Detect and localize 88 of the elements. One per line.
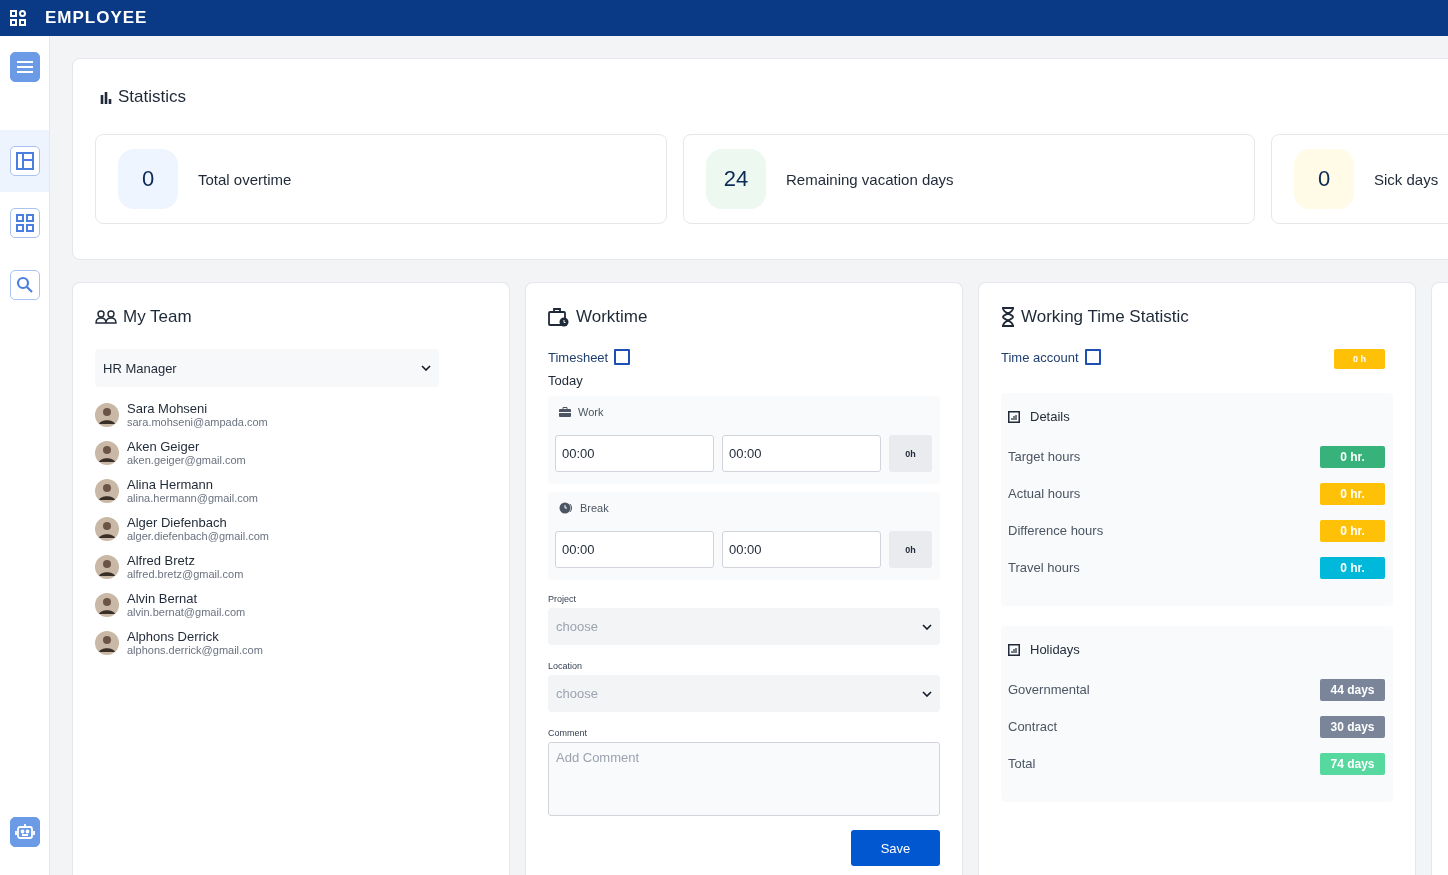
stat-label: Sick days [1374, 170, 1439, 188]
briefcase-icon [559, 407, 571, 417]
stat-label: Travel hours [1008, 560, 1080, 575]
member-name: Aken Geiger [127, 439, 201, 454]
avatar-icon [95, 479, 119, 503]
comment-field[interactable]: Add Comment [548, 742, 940, 816]
menu-button[interactable] [9, 52, 40, 82]
start-time-field[interactable]: 00:00 [555, 531, 714, 568]
member-email: alina.hermann@gmail.com [127, 492, 258, 504]
end-time-field[interactable]: 00:00 [722, 435, 881, 472]
stat-label: Actual hours [1008, 486, 1081, 501]
value-badge: 0 hr. [1320, 519, 1385, 542]
stat-label: Target hours [1008, 449, 1081, 464]
apps-icon [10, 10, 26, 26]
robot-button[interactable] [9, 817, 40, 847]
member-name: Sara Mohseni [127, 401, 209, 416]
stat-label: Remaining vacation days [786, 170, 954, 188]
panel-title: My Team [123, 307, 192, 327]
value-badge: 30 days [1320, 715, 1385, 738]
stat-label: Difference hours [1008, 523, 1104, 538]
field-label: Location [548, 661, 584, 671]
member-name: Alphons Derrick [127, 629, 220, 644]
grid-icon [15, 214, 34, 232]
group-title: Holidays [1030, 642, 1080, 657]
member-email: sara.mohseni@ampada.com [127, 416, 268, 428]
search-button[interactable] [9, 270, 40, 300]
stat-label: Contract [1008, 719, 1058, 734]
avatar-icon [95, 631, 119, 655]
app-title: EMPLOYEE [45, 8, 148, 28]
member-email: aken.geiger@gmail.com [127, 454, 246, 466]
report-icon [1008, 410, 1020, 423]
block-label: Break [580, 502, 609, 514]
value-badge: 0 hr. [1320, 445, 1385, 468]
avatar-icon [95, 403, 119, 427]
group-title: Details [1030, 409, 1070, 424]
time-account-link[interactable]: Time account [1001, 349, 1101, 365]
briefcase-clock-icon [548, 307, 570, 327]
stat-value: 24 [706, 149, 766, 209]
member-email: alfred.bretz@gmail.com [127, 568, 244, 580]
day-label: Today [548, 373, 584, 388]
member-name: Alina Hermann [127, 477, 214, 492]
avatar-icon [95, 517, 119, 541]
role-dropdown[interactable]: HR Manager [95, 349, 439, 387]
member-email: alphons.derrick@gmail.com [127, 644, 263, 656]
grid-button[interactable] [9, 208, 40, 238]
stat-value: 0 [118, 149, 178, 209]
block-label: Work [578, 406, 604, 418]
value-badge: 0 hr. [1320, 482, 1385, 505]
value-badge: 0 hr. [1320, 556, 1385, 579]
stat-label: Governmental [1008, 682, 1090, 697]
duration-badge: 0h [889, 435, 932, 472]
timesheet-link[interactable]: Timesheet [548, 349, 631, 365]
duration-badge: 0h [889, 531, 932, 568]
avatar-icon [95, 593, 119, 617]
chevron-down-icon [922, 623, 932, 630]
avatar-icon [95, 555, 119, 579]
chevron-down-icon [922, 690, 932, 697]
save-button[interactable]: Save [851, 830, 940, 866]
member-name: Alger Diefenbach [127, 515, 228, 530]
member-name: Alfred Bretz [127, 553, 196, 568]
member-email: alvin.bernat@gmail.com [127, 606, 246, 618]
value-badge: 44 days [1320, 678, 1385, 701]
chevron-down-icon [421, 365, 431, 371]
panel-title: Working Time Statistic [1021, 307, 1189, 327]
member-email: alger.diefenbach@gmail.com [127, 530, 270, 542]
member-name: Alvin Bernat [127, 591, 199, 606]
field-label: Comment [548, 728, 588, 738]
value-badge: 74 days [1320, 752, 1385, 775]
panel-title: Worktime [576, 307, 648, 327]
search-icon [15, 276, 34, 294]
avatar-icon [95, 441, 119, 465]
menu-icon [15, 60, 34, 74]
time-account-badge: 0 h [1334, 349, 1385, 369]
bar-chart-icon [100, 90, 113, 104]
field-label: Project [548, 594, 577, 604]
clock-icon [559, 502, 573, 514]
hourglass-icon [1001, 307, 1015, 327]
end-time-field[interactable]: 00:00 [722, 531, 881, 568]
robot-icon [14, 823, 35, 841]
section-title: Statistics [118, 87, 187, 107]
start-time-field[interactable]: 00:00 [555, 435, 714, 472]
stat-label: Total [1008, 756, 1036, 771]
layout-icon [15, 152, 34, 170]
layout-button[interactable] [9, 146, 40, 176]
stat-value: 0 [1294, 149, 1354, 209]
users-icon [95, 310, 117, 324]
stat-label: Total overtime [198, 170, 292, 188]
report-icon [1008, 643, 1020, 656]
